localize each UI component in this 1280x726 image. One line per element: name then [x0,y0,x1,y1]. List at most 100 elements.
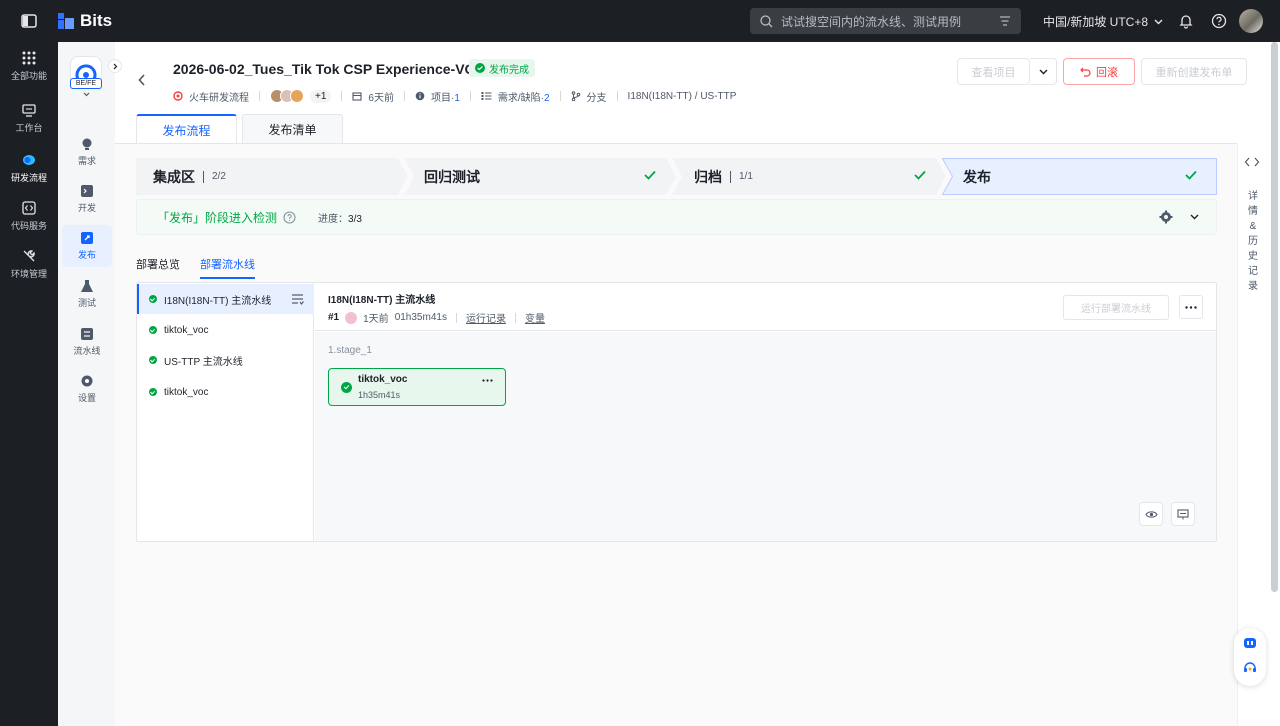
chevron-right-icon [113,63,117,69]
subnav-item-requirements[interactable]: 需求 [62,131,112,173]
pipeline-name: tiktok_voc [164,386,209,398]
stage-name: 归档 [694,168,722,185]
subnav-item-develop[interactable]: 开发 [62,178,112,220]
pipeline-list-item[interactable]: US-TTP 主流水线 [137,345,314,375]
terminal-icon [81,185,93,197]
global-search-input[interactable]: 试试搜空间内的流水线、测试用例 [750,8,1021,34]
stage-count: 1/1 [730,170,753,183]
subnav-item-test[interactable]: 测试 [62,273,112,315]
pipeline-list-item[interactable]: tiktok_voc [137,377,314,407]
extra-members-count[interactable]: +1 [310,89,332,103]
flow-name[interactable]: 火车研发流程 [189,89,249,104]
run-duration: 01h35m41s [394,312,447,323]
stage-regression-test[interactable]: 回归测试 [424,158,674,195]
filter-icon[interactable] [999,15,1011,27]
divider [259,91,260,101]
rollback-button[interactable]: 回滚 [1063,58,1135,85]
tab-release-flow[interactable]: 发布流程 [136,114,237,144]
stage-detection-bar: 「发布」阶段进入检测 进度：3/3 [136,199,1217,235]
top-bar: Bits 试试搜空间内的流水线、测试用例 中国/新加坡 UTC+8 [0,0,1280,42]
chevron-left-icon [138,74,145,86]
divider [403,91,405,101]
tab-release-list[interactable]: 发布清单 [242,114,343,144]
subnav-item-pipeline[interactable]: 流水线 [62,321,112,363]
sidebar-toggle-button[interactable] [0,0,58,42]
chevron-down-icon[interactable] [1190,214,1199,220]
chevron-down-icon [1039,69,1047,74]
more-icon [1185,305,1197,309]
job-duration: 1h35m41s [358,390,401,400]
subtab-deploy-overview[interactable]: 部署总览 [136,256,180,279]
calendar-icon [352,92,362,101]
sidebar-item-label: 代码服务 [10,221,47,231]
requirement-count-link[interactable]: 需求/缺陷·2 [498,89,550,104]
list-icon [481,92,492,100]
branch-label[interactable]: 分支 [587,89,607,104]
stage-count: 2/2 [203,170,226,183]
job-card[interactable]: tiktok_voc 1h35m41s [328,368,506,406]
chevron-down-icon[interactable] [83,92,90,97]
collapse-subnav-button[interactable] [108,59,122,73]
view-project-dropdown-button[interactable] [1030,58,1057,85]
view-project-button[interactable]: 查看项目 [957,58,1030,85]
divider [469,91,471,101]
stage-release[interactable]: 发布 [963,158,1217,195]
more-options-button[interactable] [1179,295,1203,319]
recreate-release-button[interactable]: 重新创建发布单 [1141,58,1247,85]
run-records-link[interactable]: 运行记录 [466,310,506,325]
pipeline-name: I18N(I18N-TT) 主流水线 [164,295,272,307]
sidebar-item-workbench[interactable]: 工作台 [0,102,58,134]
tools-icon [21,248,37,264]
project-tag: BE/FE [70,78,102,89]
support-icon[interactable] [1243,661,1257,675]
subnav-item-release[interactable]: 发布 [62,225,112,267]
gear-icon[interactable] [1159,210,1173,224]
pipeline-list-item[interactable]: I18N(I18N-TT) 主流水线 [137,284,314,314]
variables-link[interactable]: 变量 [525,310,545,325]
subtab-deploy-pipeline[interactable]: 部署流水线 [200,256,255,279]
subnav-item-label: 需求 [77,156,96,166]
present-button[interactable] [1171,502,1195,526]
flask-icon [81,280,93,292]
check-circle-icon [475,63,485,73]
back-button[interactable] [138,73,146,89]
divider [341,91,343,101]
more-icon[interactable] [482,379,493,382]
pipeline-list-item[interactable]: tiktok_voc [137,315,314,345]
stage-name: 回归测试 [424,168,480,185]
help-icon[interactable] [1211,13,1227,29]
job-name: tiktok_voc [358,374,408,385]
bulb-icon [82,138,92,150]
check-icon [644,170,656,180]
detection-text: 「发布」阶段进入检测 [157,210,278,225]
success-icon [149,388,157,396]
stage-archive[interactable]: 归档 1/1 [694,158,944,195]
user-avatar[interactable] [1239,9,1263,33]
member-avatars[interactable] [270,89,304,103]
project-count-link[interactable]: 项目·1 [431,89,460,104]
gear-icon [81,375,93,387]
assistant-icon[interactable] [1243,636,1257,650]
sidebar-item-all-features[interactable]: 全部功能 [0,50,58,82]
branch-icon [571,91,580,101]
stage-integration[interactable]: 集成区 2/2 [153,158,226,195]
list-filter-icon[interactable] [291,293,304,305]
help-icon[interactable] [283,210,296,224]
pipeline-icon [81,328,93,340]
code-toggle-icon[interactable] [1244,157,1260,167]
code-icon [21,200,37,216]
page-scrollbar[interactable] [1271,42,1278,592]
region-path: I18N(I18N-TT) / US-TTP [627,90,737,102]
bell-icon[interactable] [1178,13,1194,29]
sidebar-item-code-service[interactable]: 代码服务 [0,200,58,232]
pipeline-name: tiktok_voc [164,324,209,336]
subnav-item-settings[interactable]: 设置 [62,368,112,410]
grid-icon [21,50,37,66]
info-icon [415,91,425,101]
run-deploy-pipeline-button[interactable]: 运行部署流水线 [1063,295,1169,320]
sidebar-item-dev-flow[interactable]: 研发流程 [0,152,58,184]
sidebar-item-env-management[interactable]: 环境管理 [0,248,58,280]
view-button[interactable] [1139,502,1163,526]
brand[interactable]: Bits [58,11,112,31]
region-selector[interactable]: 中国/新加坡 UTC+8 [1043,13,1163,30]
